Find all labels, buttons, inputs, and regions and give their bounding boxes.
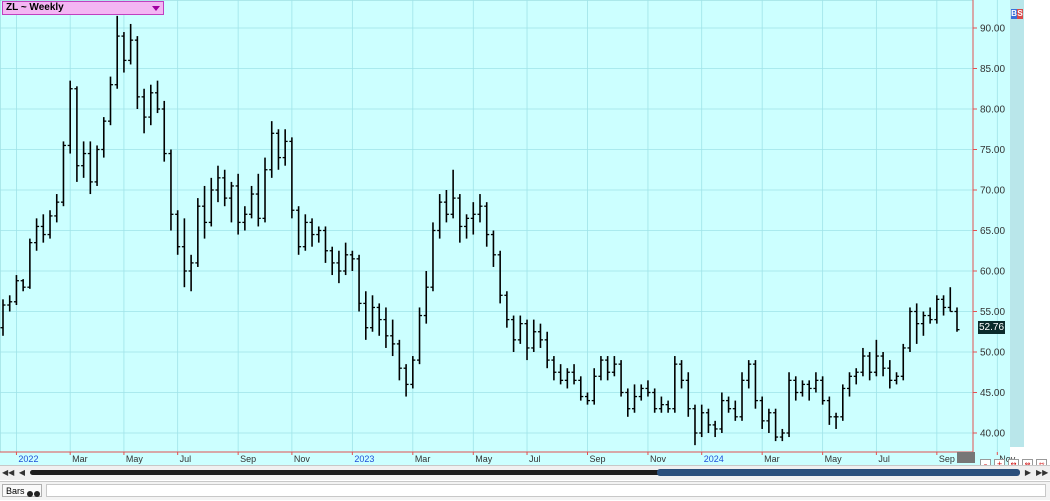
year-tick-label: 2022 — [18, 454, 38, 464]
price-tick-label: 45.00 — [980, 388, 1005, 399]
symbol-selector[interactable]: ZL ~ Weekly — [2, 1, 164, 15]
month-tick-label: Sep — [939, 454, 955, 464]
price-tick-label: 70.00 — [980, 186, 1005, 197]
month-tick-label: Mar — [415, 454, 431, 464]
month-tick-label: Jul — [878, 454, 890, 464]
price-tick-label: 75.00 — [980, 145, 1005, 156]
right-margin-strip — [1010, 0, 1024, 447]
right-margin-gap — [1024, 0, 1050, 465]
price-tick-label: 40.00 — [980, 429, 1005, 440]
link-icon — [27, 488, 41, 501]
month-tick-label: Sep — [589, 454, 605, 464]
price-tick-label: 60.00 — [980, 267, 1005, 278]
scroll-first-icon[interactable]: ◀◀ — [2, 467, 14, 478]
scroll-thumb[interactable] — [657, 469, 1020, 476]
month-tick-label: Nov — [650, 454, 667, 464]
symbol-label: ZL ~ Weekly — [6, 2, 64, 13]
month-tick-label: May — [475, 454, 493, 464]
year-tick-label: 2023 — [354, 454, 374, 464]
sell-badge[interactable]: S — [1017, 9, 1023, 19]
month-tick-label: May — [126, 454, 144, 464]
month-tick-label: Mar — [764, 454, 780, 464]
dropdown-arrow-icon[interactable] — [152, 6, 160, 11]
price-tick-label: 85.00 — [980, 64, 1005, 75]
month-tick-label: Mar — [72, 454, 88, 464]
month-tick-label: May — [825, 454, 843, 464]
month-tick-label: Jul — [529, 454, 541, 464]
year-tick-label: 2024 — [704, 454, 724, 464]
scroll-right-icon[interactable]: ▶ — [1022, 467, 1034, 478]
month-tick-label: Jul — [180, 454, 192, 464]
chart-corner-tools: – + ↔ ⇔ ⇿ — [980, 453, 1050, 468]
bars-tab[interactable]: Bars — [2, 484, 42, 497]
price-chart: 90.00 85.00 80.00 75.00 70.00 65.00 60.00 55.00… — [0, 0, 1050, 465]
last-price-flag: 52.76 — [978, 321, 1005, 334]
price-tick-label: 55.00 — [980, 307, 1005, 318]
axis-corner-block — [957, 452, 975, 463]
price-tick-label: 65.00 — [980, 226, 1005, 237]
month-tick-label: Nov — [294, 454, 311, 464]
month-tick-label: Sep — [240, 454, 256, 464]
price-tick-label: 50.00 — [980, 348, 1005, 359]
scroll-left-icon[interactable]: ◀ — [16, 467, 28, 478]
scroll-last-icon[interactable]: ▶▶ — [1036, 467, 1048, 478]
bottom-bar: Bars — [0, 481, 1050, 500]
price-tick-label: 80.00 — [980, 105, 1005, 116]
time-scrollbar[interactable]: ◀◀ ◀ ▶ ▶▶ — [0, 465, 1050, 480]
bars-tab-label: Bars — [6, 486, 25, 496]
command-field[interactable] — [46, 484, 1046, 497]
time-axis-panel — [0, 452, 1010, 465]
price-tick-label: 90.00 — [980, 24, 1005, 35]
buy-sell-badge[interactable]: BS — [1011, 9, 1024, 19]
